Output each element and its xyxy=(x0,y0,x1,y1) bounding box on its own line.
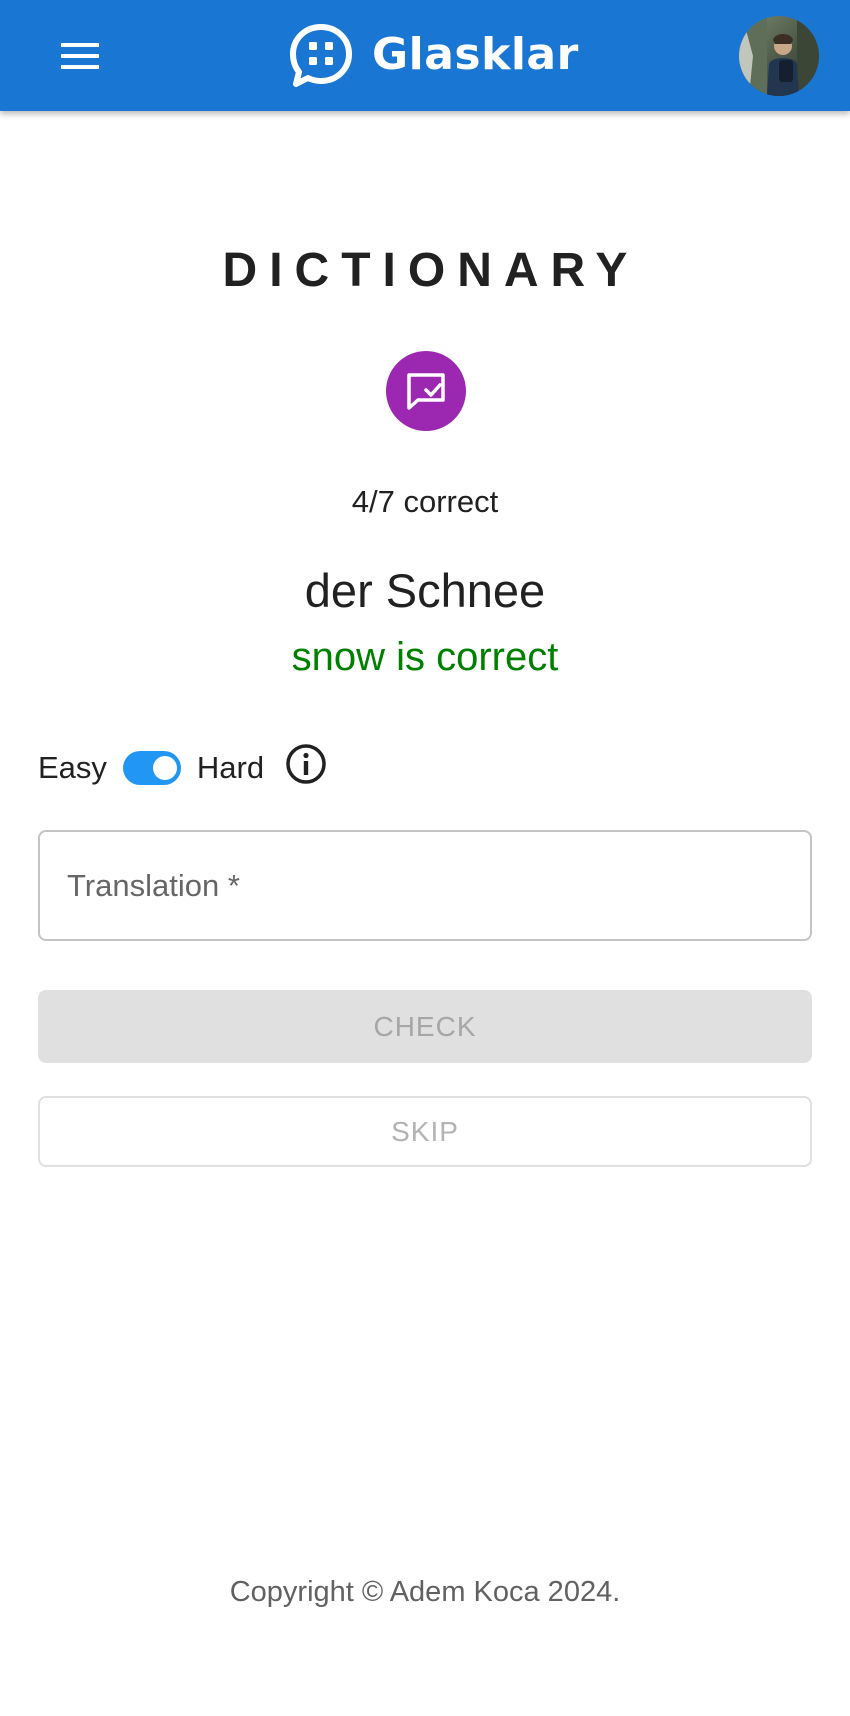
info-button[interactable] xyxy=(284,742,328,786)
footer-copyright: Copyright © Adem Koca 2024. xyxy=(229,1576,621,1608)
chat-bubble-logo-icon xyxy=(290,24,352,87)
brand-logo[interactable]: Glasklar xyxy=(288,22,579,88)
page-title: DICTIONARY xyxy=(222,244,640,297)
quiz-word: der Schnee xyxy=(304,564,546,617)
brand-name: Glasklar xyxy=(372,29,579,80)
quiz-check-icon xyxy=(407,373,445,410)
hard-label: Hard xyxy=(196,750,265,785)
menu-button[interactable] xyxy=(50,30,110,82)
switch-thumb xyxy=(152,756,177,780)
quiz-icon-avatar xyxy=(386,351,466,431)
difficulty-switch[interactable] xyxy=(122,751,181,785)
info-icon xyxy=(286,744,326,784)
check-button[interactable]: CHECK xyxy=(38,990,812,1063)
user-avatar[interactable] xyxy=(739,16,819,96)
skip-button[interactable]: SKIP xyxy=(38,1096,812,1167)
translation-input[interactable] xyxy=(38,830,812,941)
result-feedback: snow is correct xyxy=(291,635,559,679)
app-bar: Glasklar xyxy=(0,0,850,111)
user-avatar-photo xyxy=(739,16,819,96)
hamburger-menu-icon xyxy=(61,43,99,69)
score-text: 4/7 correct xyxy=(351,484,499,519)
easy-label: Easy xyxy=(38,750,107,785)
difficulty-toggle-row: Easy Hard xyxy=(38,738,328,798)
